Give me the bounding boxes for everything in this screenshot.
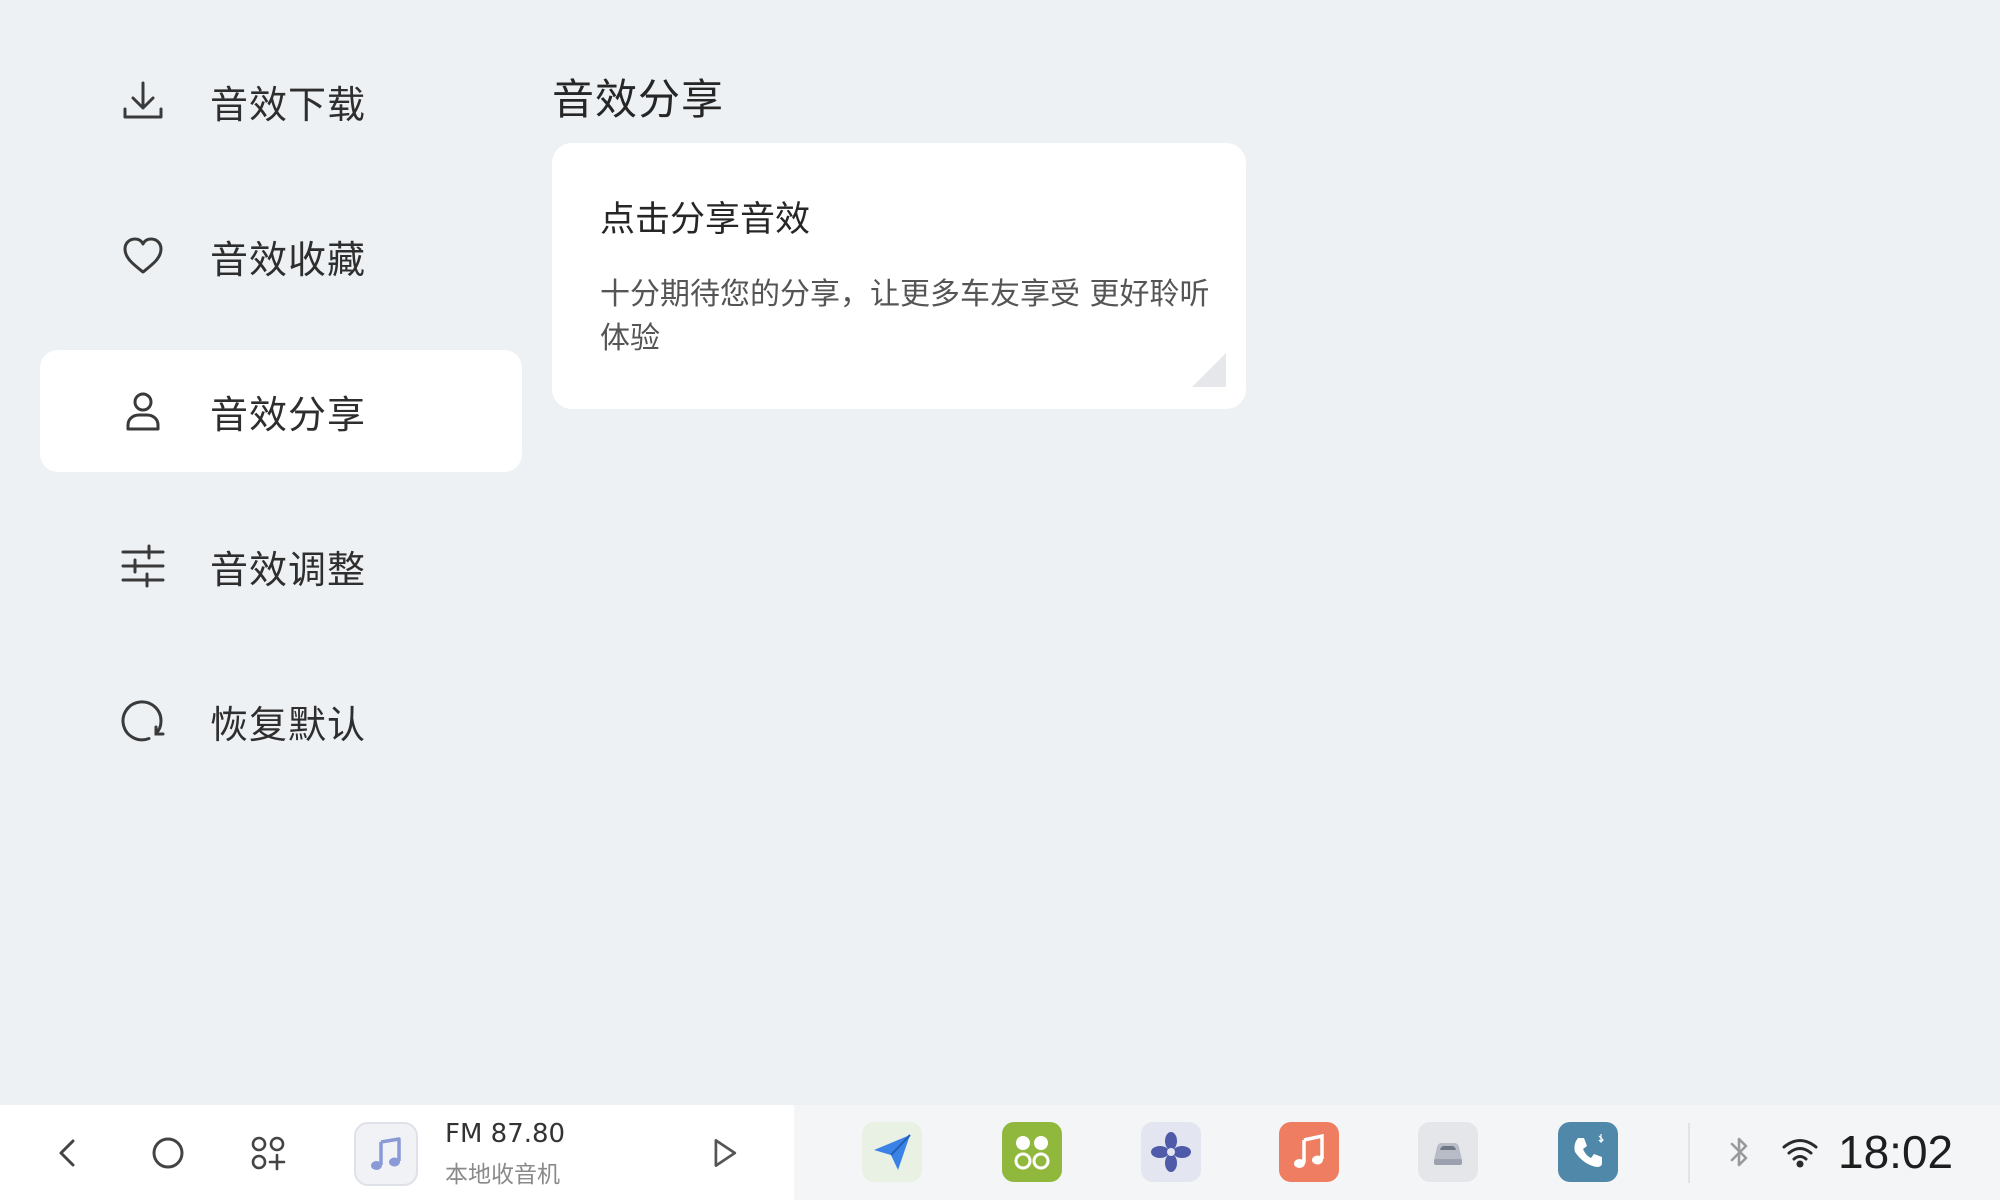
apps-app[interactable] <box>1002 1122 1062 1182</box>
climate-app[interactable] <box>1141 1122 1201 1182</box>
bluetooth-icon <box>1730 1137 1748 1167</box>
paper-plane-icon <box>874 1134 911 1170</box>
corner-triangle-icon <box>1192 353 1226 387</box>
wifi-icon <box>1782 1139 1818 1168</box>
phone-icon <box>1574 1134 1604 1167</box>
media-subtitle: 本地收音机 <box>445 1162 560 1188</box>
heart-icon <box>119 232 167 280</box>
sidebar-item-share[interactable]: 音效分享 <box>40 350 522 472</box>
app-grid-button[interactable] <box>242 1127 294 1179</box>
sliders-icon <box>119 542 167 590</box>
sidebar-item-label: 音效分享 <box>210 392 367 437</box>
sidebar-item-label: 恢复默认 <box>210 702 367 747</box>
fan-icon <box>1151 1132 1191 1172</box>
sidebar-item-label: 音效下载 <box>210 82 367 127</box>
circle-icon <box>152 1137 184 1169</box>
media-thumbnail[interactable] <box>354 1122 418 1186</box>
dock-media-panel: FM 87.80 本地收音机 <box>0 1105 794 1200</box>
four-dots-icon <box>1014 1136 1050 1170</box>
phone-app[interactable] <box>1558 1122 1618 1182</box>
home-button[interactable] <box>142 1127 194 1179</box>
sidebar-item-favorites[interactable]: 音效收藏 <box>40 195 522 317</box>
play-icon <box>714 1139 737 1167</box>
sidebar-item-download[interactable]: 音效下载 <box>40 40 522 162</box>
car-icon <box>1434 1143 1462 1165</box>
refresh-icon <box>119 697 167 745</box>
play-button[interactable] <box>700 1129 748 1177</box>
music-note-icon <box>371 1137 401 1170</box>
sidebar-item-label: 音效收藏 <box>210 237 367 282</box>
page-title: 音效分享 <box>552 75 725 124</box>
person-icon <box>119 387 167 435</box>
vehicle-app[interactable] <box>1418 1122 1478 1182</box>
sidebar-item-adjust[interactable]: 音效调整 <box>40 505 522 627</box>
sidebar: 音效下载 音效收藏 音效分享 音效调整 恢复默认 <box>40 40 522 815</box>
back-button[interactable] <box>42 1127 94 1179</box>
navigation-app[interactable] <box>862 1122 922 1182</box>
bottom-dock: FM 87.80 本地收音机 18:02 <box>0 1105 2000 1200</box>
card-title: 点击分享音效 <box>600 200 811 240</box>
clock: 18:02 <box>1838 1126 1954 1178</box>
sidebar-item-label: 音效调整 <box>210 547 367 592</box>
share-sound-card[interactable]: 点击分享音效 十分期待您的分享，让更多车友享受 更好聆听体验 <box>552 143 1246 409</box>
download-icon <box>119 77 167 125</box>
app-grid-icon <box>251 1136 286 1171</box>
sidebar-item-reset[interactable]: 恢复默认 <box>40 660 522 782</box>
dock-divider <box>1688 1123 1690 1183</box>
music-app[interactable] <box>1279 1122 1339 1182</box>
music-note-icon <box>1294 1133 1324 1168</box>
media-title: FM 87.80 <box>445 1119 566 1149</box>
card-description: 十分期待您的分享，让更多车友享受 更好聆听体验 <box>600 277 1210 356</box>
chevron-left-icon <box>59 1139 75 1167</box>
